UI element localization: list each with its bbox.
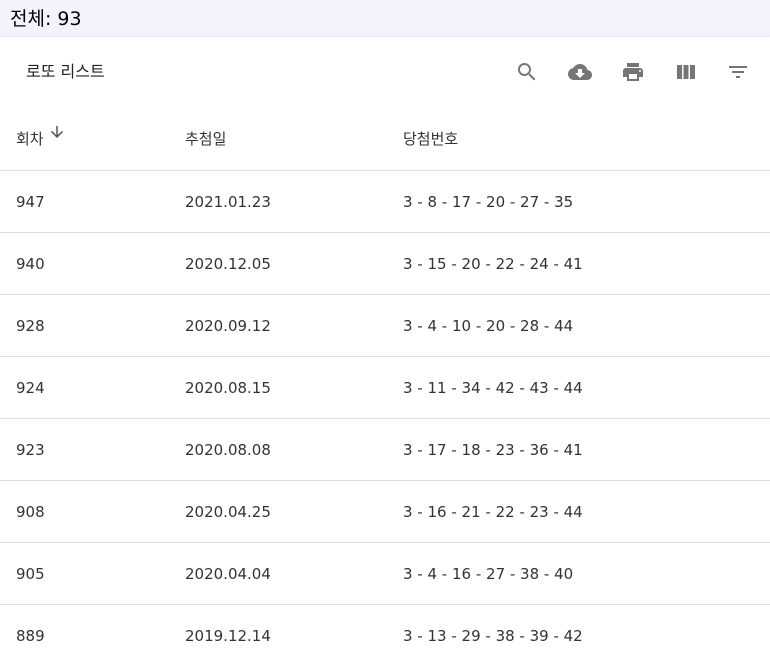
column-header-date[interactable]: 추첨일 [169, 107, 387, 171]
column-header-numbers[interactable]: 당첨번호 [387, 107, 770, 171]
table-row: 924 2020.08.15 3 - 11 - 34 - 42 - 43 - 4… [0, 356, 770, 419]
column-header-round[interactable]: 회차 [0, 107, 169, 171]
filter-button[interactable] [721, 55, 755, 89]
cell-numbers: 3 - 8 - 17 - 20 - 27 - 35 [387, 170, 770, 233]
cell-numbers: 3 - 16 - 21 - 22 - 23 - 44 [387, 480, 770, 543]
cell-numbers: 3 - 17 - 18 - 23 - 36 - 41 [387, 418, 770, 481]
cell-numbers: 3 - 15 - 20 - 22 - 24 - 41 [387, 232, 770, 295]
table-header-row: 회차 추첨일 당첨번호 [0, 107, 770, 171]
print-icon [623, 63, 643, 81]
search-button[interactable] [510, 55, 544, 89]
cell-round: 908 [0, 480, 169, 543]
filter-icon [729, 66, 747, 78]
lotto-table-panel: 로또 리스트 회차 추첨일 당첨번호 947 2021.01.23 3 - 8 … [0, 37, 770, 666]
cell-date: 2019.12.14 [169, 604, 387, 666]
column-header-label: 회차 [16, 130, 44, 148]
cell-round: 924 [0, 356, 169, 419]
cell-numbers: 3 - 11 - 34 - 42 - 43 - 44 [387, 356, 770, 419]
lotto-table: 회차 추첨일 당첨번호 947 2021.01.23 3 - 8 - 17 - … [0, 107, 770, 666]
cell-date: 2021.01.23 [169, 170, 387, 233]
view-columns-icon [677, 65, 695, 79]
download-icon [568, 64, 592, 80]
arrow-down-icon[interactable] [48, 123, 66, 141]
total-count: 전체: 93 [10, 8, 82, 30]
table-row: 940 2020.12.05 3 - 15 - 20 - 22 - 24 - 4… [0, 232, 770, 295]
cell-round: 905 [0, 542, 169, 605]
table-row: 947 2021.01.23 3 - 8 - 17 - 20 - 27 - 35 [0, 170, 770, 233]
cell-date: 2020.08.15 [169, 356, 387, 419]
cell-round: 947 [0, 170, 169, 233]
cell-numbers: 3 - 4 - 10 - 20 - 28 - 44 [387, 294, 770, 357]
cell-date: 2020.08.08 [169, 418, 387, 481]
cell-round: 923 [0, 418, 169, 481]
table-row: 889 2019.12.14 3 - 13 - 29 - 38 - 39 - 4… [0, 604, 770, 666]
print-button[interactable] [616, 55, 650, 89]
cell-round: 928 [0, 294, 169, 357]
cell-date: 2020.04.04 [169, 542, 387, 605]
cell-date: 2020.04.25 [169, 480, 387, 543]
table-row: 905 2020.04.04 3 - 4 - 16 - 27 - 38 - 40 [0, 542, 770, 605]
table-toolbar: 로또 리스트 [0, 37, 770, 107]
cell-round: 889 [0, 604, 169, 666]
cell-round: 940 [0, 232, 169, 295]
table-row: 923 2020.08.08 3 - 17 - 18 - 23 - 36 - 4… [0, 418, 770, 481]
download-button[interactable] [563, 55, 597, 89]
table-row: 908 2020.04.25 3 - 16 - 21 - 22 - 23 - 4… [0, 480, 770, 543]
cell-numbers: 3 - 13 - 29 - 38 - 39 - 42 [387, 604, 770, 666]
search-icon [518, 63, 536, 81]
cell-numbers: 3 - 4 - 16 - 27 - 38 - 40 [387, 542, 770, 605]
cell-date: 2020.12.05 [169, 232, 387, 295]
view-columns-button[interactable] [669, 55, 703, 89]
cell-date: 2020.09.12 [169, 294, 387, 357]
table-title: 로또 리스트 [26, 62, 105, 81]
table-row: 928 2020.09.12 3 - 4 - 10 - 20 - 28 - 44 [0, 294, 770, 357]
